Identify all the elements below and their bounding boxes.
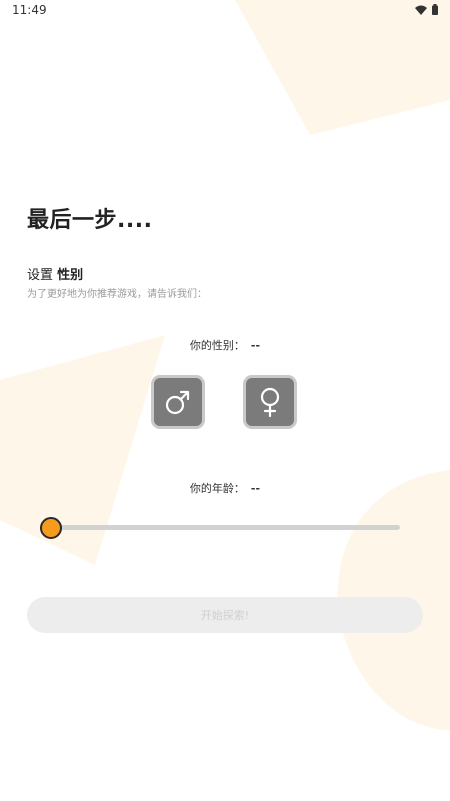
age-slider-track[interactable] [50,525,400,530]
start-explore-label: 开始探索! [200,609,250,622]
start-explore-button[interactable]: 开始探索! [27,597,423,633]
status-bar: 11:49 [0,0,450,22]
section-heading: 设置 性别 [27,264,83,283]
gender-value: -- [250,339,261,352]
battery-icon [432,4,438,15]
female-button[interactable] [243,375,297,429]
female-icon [260,387,280,418]
section-subtitle: 为了更好地为你推荐游戏，请告诉我们： [27,289,207,300]
status-icons [415,4,438,15]
background-shape-left [0,335,165,565]
age-value: -- [250,482,261,495]
page-title: 最后一步.... [27,208,153,233]
section-heading-prefix: 设置 [27,268,54,283]
wifi-icon [415,5,427,15]
male-icon [165,390,190,415]
status-time: 11:49 [12,3,47,17]
male-button[interactable] [151,375,205,429]
age-label: 你的年龄： [189,482,245,495]
section-heading-emphasis: 性别 [57,268,84,283]
age-slider-thumb[interactable] [40,517,62,539]
background-decoration [0,0,450,730]
age-row: 你的年龄： -- [0,480,450,496]
gender-label: 你的性别： [189,339,245,352]
gender-row: 你的性别： -- [0,337,450,353]
